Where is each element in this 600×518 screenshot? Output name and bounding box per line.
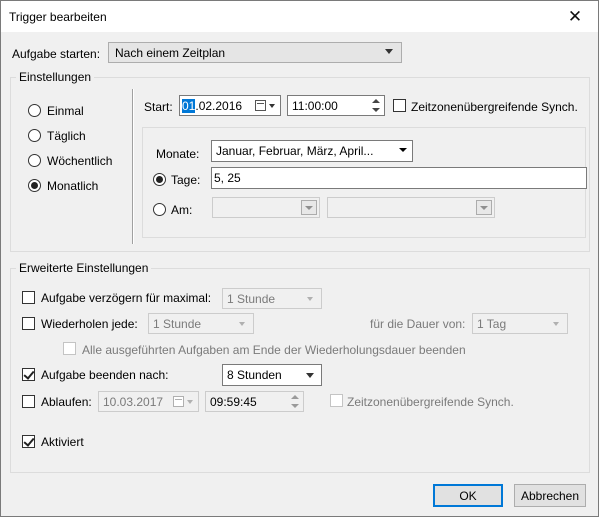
start-time-field[interactable]: 11:00:00 (287, 95, 385, 116)
delay-checkbox[interactable] (22, 291, 35, 304)
chevron-down-icon (476, 200, 492, 215)
chevron-down-icon (187, 400, 193, 404)
duration-select[interactable]: 1 Tag (472, 313, 568, 334)
months-label: Monate: (156, 147, 200, 161)
settings-divider (132, 89, 134, 244)
repeat-label: Wiederholen jede: (41, 317, 138, 331)
on-label: Am: (171, 203, 193, 217)
schedule-label: Aufgabe starten: (12, 47, 101, 61)
radio-once[interactable] (28, 104, 41, 117)
radio-once-label: Einmal (47, 104, 84, 118)
title-bar: Trigger bearbeiten ✕ (1, 1, 598, 32)
expire-sync-checkbox[interactable] (330, 394, 343, 407)
spin-up-icon[interactable] (369, 97, 383, 106)
expire-checkbox[interactable] (22, 395, 35, 408)
dialog-window: Trigger bearbeiten ✕ Aufgabe starten: Na… (0, 0, 599, 517)
repeat-checkbox[interactable] (22, 317, 35, 330)
enabled-label: Aktiviert (41, 435, 84, 449)
calendar-icon (173, 396, 184, 407)
spin-down-icon[interactable] (288, 402, 302, 411)
schedule-select[interactable]: Nach einem Zeitplan (108, 42, 402, 63)
days-field[interactable]: 5, 25 (211, 167, 587, 189)
expire-date-value: 10.03.2017 (103, 395, 164, 409)
end-after-label: Aufgabe beenden nach: (41, 368, 169, 382)
on-week-select[interactable] (212, 197, 320, 218)
radio-monthly[interactable] (28, 179, 41, 192)
ok-button-label: OK (459, 488, 477, 503)
start-date-day-selected: 01 (182, 99, 196, 113)
chevron-down-icon (301, 200, 317, 215)
calendar-icon (255, 100, 266, 111)
months-value: Januar, Februar, März, April... (216, 144, 374, 158)
advanced-group-title: Erweiterte Einstellungen (16, 261, 152, 275)
cancel-button[interactable]: Abbrechen (514, 484, 586, 507)
radio-daily-label: Täglich (47, 129, 86, 143)
window-title: Trigger bearbeiten (9, 10, 107, 24)
radio-days[interactable] (153, 173, 166, 186)
schedule-value: Nach einem Zeitplan (115, 46, 226, 60)
chevron-down-icon (553, 322, 559, 326)
expire-label: Ablaufen: (41, 395, 92, 409)
sync-checkbox[interactable] (393, 99, 406, 112)
start-date-picker[interactable]: 01.02.2016 (179, 95, 281, 116)
radio-on[interactable] (153, 203, 166, 216)
ok-button[interactable]: OK (433, 484, 503, 507)
settings-group-title: Einstellungen (16, 70, 95, 84)
days-value: 5, 25 (214, 171, 241, 185)
chevron-down-icon (269, 104, 275, 108)
radio-weekly[interactable] (28, 154, 41, 167)
stop-all-checkbox[interactable] (63, 342, 76, 355)
days-label: Tage: (171, 173, 201, 187)
spin-up-icon[interactable] (288, 393, 302, 402)
delay-label: Aufgabe verzögern für maximal: (41, 291, 212, 305)
repeat-value: 1 Stunde (153, 317, 202, 331)
chevron-down-icon (239, 322, 245, 326)
on-weekday-select[interactable] (327, 197, 495, 218)
stop-all-label: Alle ausgeführten Aufgaben am Ende der W… (82, 343, 466, 357)
sync-label: Zeitzonenübergreifende Synch. (411, 100, 578, 114)
chevron-down-icon (395, 143, 411, 158)
delay-select[interactable]: 1 Stunde (222, 288, 322, 309)
end-after-checkbox[interactable] (22, 368, 35, 381)
radio-monthly-label: Monatlich (47, 179, 99, 193)
cancel-button-label: Abbrechen (520, 488, 580, 503)
expire-time-value: 09:59:45 (210, 395, 257, 409)
close-icon[interactable]: ✕ (552, 1, 598, 32)
start-time-value: 11:00:00 (292, 99, 338, 113)
radio-daily[interactable] (28, 129, 41, 142)
expire-sync-label: Zeitzonenübergreifende Synch. (347, 395, 514, 409)
duration-label: für die Dauer von: (370, 317, 466, 331)
chevron-down-icon (306, 373, 314, 378)
end-after-select[interactable]: 8 Stunden (222, 364, 322, 386)
months-select[interactable]: Januar, Februar, März, April... (211, 140, 413, 162)
radio-weekly-label: Wöchentlich (47, 154, 113, 168)
expire-time-field[interactable]: 09:59:45 (205, 391, 304, 412)
duration-value: 1 Tag (477, 317, 507, 331)
start-date-rest: .02.2016 (195, 99, 243, 113)
enabled-checkbox[interactable] (22, 435, 35, 448)
delay-value: 1 Stunde (227, 292, 276, 306)
chevron-down-icon (307, 297, 313, 301)
expire-date-picker[interactable]: 10.03.2017 (98, 391, 199, 412)
end-after-value: 8 Stunden (227, 368, 282, 382)
chevron-down-icon (385, 49, 393, 54)
repeat-select[interactable]: 1 Stunde (148, 313, 254, 334)
start-label: Start: (144, 100, 173, 114)
spin-down-icon[interactable] (369, 106, 383, 115)
